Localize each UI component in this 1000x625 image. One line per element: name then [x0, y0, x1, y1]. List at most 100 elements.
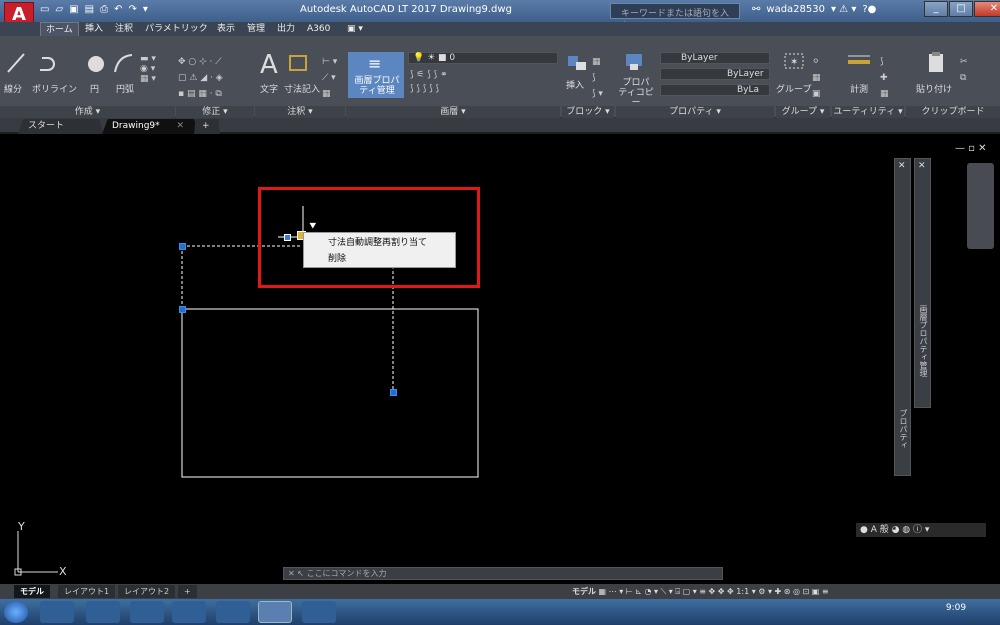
app-taskbar-icon[interactable]	[216, 601, 250, 623]
layers-group-label[interactable]: 画層 ▾	[346, 106, 560, 118]
ie-taskbar-icon[interactable]	[40, 601, 74, 623]
dimension-icon[interactable]	[288, 52, 308, 74]
draw-line-label[interactable]: 線分	[4, 82, 22, 95]
palette-close-icon[interactable]: ✕	[898, 161, 906, 171]
add-layout-button[interactable]: +	[178, 585, 197, 598]
match-properties-label[interactable]: プロパティコピー	[618, 78, 654, 108]
properties-palette[interactable]: ✕ プロパティ	[894, 158, 911, 476]
search-input[interactable]: キーワードまたは語句を入力	[610, 3, 740, 32]
group-icon[interactable]: ✶	[782, 50, 808, 74]
line-icon[interactable]	[6, 52, 26, 74]
draw-circle-label[interactable]: 円	[90, 82, 99, 95]
insert-label[interactable]: 挿入	[566, 78, 584, 91]
match-properties-icon[interactable]	[624, 52, 644, 72]
paint-taskbar-icon[interactable]	[302, 601, 336, 623]
tab-output[interactable]: 出力	[272, 22, 300, 36]
tab-manage[interactable]: 管理	[242, 22, 270, 36]
circle-icon[interactable]	[86, 54, 106, 74]
clipboard-tools-icon[interactable]: ✂ ⧉	[960, 54, 968, 86]
layer-dropdown[interactable]: 💡 ☀ ■ 0	[408, 52, 558, 64]
arc-icon[interactable]	[112, 52, 134, 74]
annotation-scale[interactable]: 1:1	[736, 587, 749, 596]
annotation-more-icon[interactable]: ⊢ ▾ ⟋ ▾ ▦	[322, 54, 337, 102]
tab-home[interactable]: ホーム	[40, 22, 79, 36]
tab-view[interactable]: 表示	[212, 22, 240, 36]
tab-a360[interactable]: A360	[302, 22, 335, 36]
open-file-icon[interactable]: ▱	[55, 4, 63, 18]
draw-polyline-label[interactable]: ポリライン	[32, 82, 77, 95]
insert-block-icon[interactable]	[566, 52, 588, 72]
tab-model[interactable]: モデル	[14, 585, 50, 598]
explorer-taskbar-icon[interactable]	[130, 601, 164, 623]
clipboard-group-label[interactable]: クリップボード	[906, 106, 1000, 118]
polyline-icon[interactable]	[38, 52, 60, 74]
grip-point[interactable]	[179, 243, 186, 250]
tab-parametric[interactable]: パラメトリック	[140, 22, 213, 36]
start-button[interactable]	[4, 601, 28, 623]
draw-arc-label[interactable]: 円弧	[116, 82, 134, 95]
measure-icon[interactable]	[846, 54, 872, 70]
drawing-canvas[interactable]: ⯆ Y X — ▫ ✕	[0, 136, 1000, 584]
modify-group-label[interactable]: 修正 ▾	[176, 106, 254, 118]
system-clock[interactable]: 9:09	[936, 603, 976, 613]
minimize-button[interactable]: _	[924, 1, 948, 17]
linetype-dropdown[interactable]: ByLayer	[660, 68, 770, 80]
utility-tools-icon[interactable]: ⟆ ✚ ▦	[880, 54, 889, 102]
color-dropdown[interactable]: ByLayer	[660, 52, 770, 64]
utilities-group-label[interactable]: ユーティリティ ▾	[832, 106, 904, 118]
properties-group-label[interactable]: プロパティ ▾	[616, 106, 774, 118]
group-label[interactable]: グループ	[776, 82, 811, 95]
group-tools-icon[interactable]: ⚪ ▦ ▣	[812, 54, 821, 102]
layers-palette[interactable]: ✕ 画層プロパティ管理	[914, 158, 931, 408]
draw-group-label[interactable]: 作成 ▾	[0, 106, 175, 118]
palette-close-icon[interactable]: ✕	[918, 161, 926, 171]
close-tab-icon[interactable]: ✕	[177, 121, 185, 131]
maximize-button[interactable]: □	[949, 1, 973, 17]
help-icon[interactable]: ?●	[862, 4, 876, 15]
tab-layout2[interactable]: レイアウト2	[118, 585, 176, 598]
measure-label[interactable]: 計測	[850, 82, 868, 95]
navigation-bar[interactable]	[967, 163, 994, 249]
customize-qat-icon[interactable]: ▾	[143, 4, 148, 18]
grip-point[interactable]	[390, 389, 397, 396]
text-icon[interactable]: A	[260, 50, 278, 80]
block-group-label[interactable]: ブロック ▾	[562, 106, 614, 118]
new-tab-button[interactable]: +	[194, 119, 220, 134]
block-tools-icon[interactable]: ▦ ⟆ ⟆ ▾	[592, 54, 603, 102]
tab-drawing9[interactable]: Drawing9* ✕	[102, 119, 200, 134]
model-space-button[interactable]: モデル	[572, 587, 596, 596]
tab-insert[interactable]: 挿入	[80, 22, 108, 36]
text-label[interactable]: 文字	[260, 82, 278, 95]
user-name[interactable]: wada28530	[766, 4, 825, 15]
media-taskbar-icon[interactable]	[86, 601, 120, 623]
paste-icon[interactable]	[926, 50, 946, 74]
draw-more-tools-icon[interactable]: ▬ ▾ ◉ ▾ ▦ ▾	[140, 54, 156, 84]
paste-label[interactable]: 貼り付け	[916, 82, 952, 95]
autocad-taskbar-icon[interactable]	[258, 601, 292, 623]
binoculars-icon[interactable]: ⚯	[752, 4, 760, 15]
ime-toolbar[interactable]: ● A 般 ◕ ◍ ⓘ ▾	[856, 523, 986, 537]
command-close-icon[interactable]: ✕ ↖	[288, 569, 304, 578]
lineweight-dropdown[interactable]: ByLa	[660, 84, 770, 96]
status-tools-right-icon[interactable]: ▾ ⚙ ▾ ✚ ⊛ ◎ ⊡ ▣ ≡	[752, 587, 829, 596]
print-icon[interactable]: ⎙	[100, 4, 108, 18]
tab-annotate[interactable]: 注釈	[110, 22, 138, 36]
tab-start[interactable]: スタート	[18, 119, 104, 134]
redo-icon[interactable]: ↷	[128, 4, 136, 18]
user-area[interactable]: ⚯ wada28530 ▾ ⚠ ▾ ?●	[752, 4, 876, 15]
dimension-label[interactable]: 寸法記入	[284, 82, 320, 95]
new-file-icon[interactable]: ▭	[40, 4, 49, 18]
command-line-input[interactable]: ✕ ↖ ここにコマンドを入力	[283, 567, 723, 580]
tab-layout1[interactable]: レイアウト1	[58, 585, 116, 598]
layer-tools-icon[interactable]: ⟆ ⚟ ⟆ ⟆ ⚭ ⟆ ⟆ ⟆ ⟆ ⟆	[410, 68, 448, 96]
grip-point[interactable]	[179, 306, 186, 313]
save-icon[interactable]: ▣	[69, 4, 78, 18]
annotation-group-label[interactable]: 注釈 ▾	[255, 106, 345, 118]
close-button[interactable]: ✕	[974, 1, 1000, 17]
status-tools-icon[interactable]: ▦ ⋯ ▾ ⊢ ⊾ ◔ ▾ ⟍ ▾ ⍈ ▢ ▾ ≡ ✥ ✥ ✥	[599, 587, 737, 596]
modify-tools-icon[interactable]: ✥ ○ ⊹ · ⟋ ▢ ⚠ ◢ · ◈ ▪ ▤ ▦ · ⧉	[178, 54, 223, 102]
groups-group-label[interactable]: グループ ▾	[776, 106, 830, 118]
save-as-icon[interactable]: ▤	[85, 4, 94, 18]
tab-overflow[interactable]: ▣ ▾	[342, 22, 368, 36]
a360-icon[interactable]: ▾ ⚠ ▾	[831, 4, 856, 15]
